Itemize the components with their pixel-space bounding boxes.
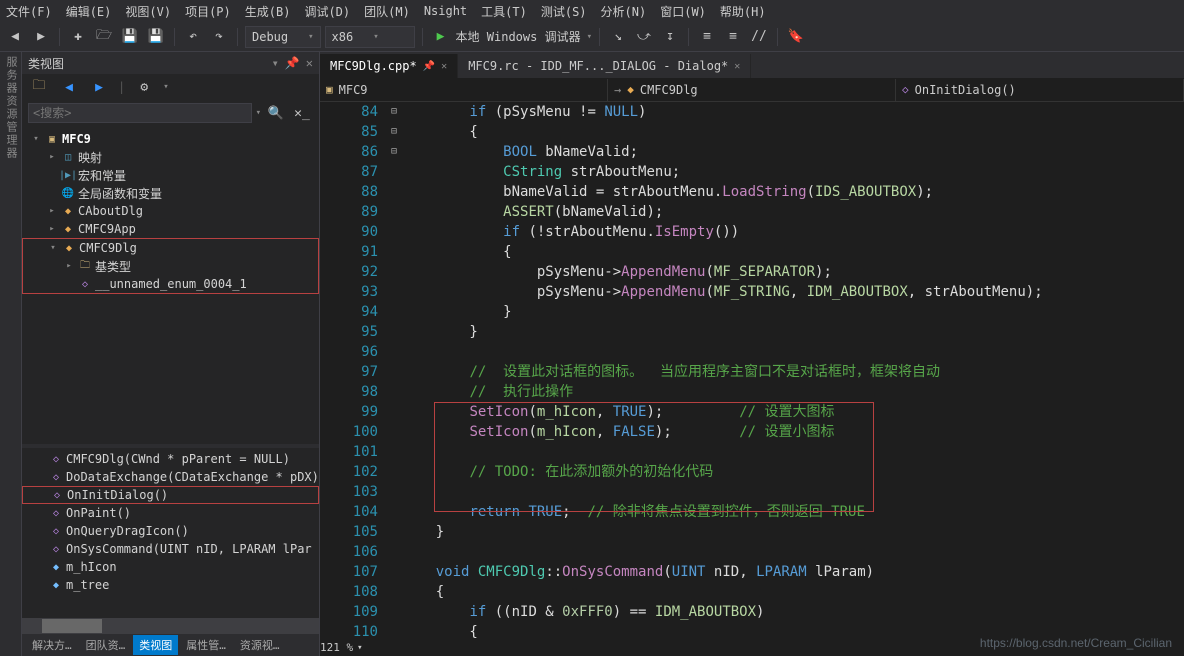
menu-item[interactable]: 生成(B): [245, 3, 291, 20]
crumb-project[interactable]: ▣MFC9: [320, 79, 608, 101]
member-item[interactable]: ◆m_hIcon: [22, 558, 319, 576]
new-icon[interactable]: ✚: [67, 26, 89, 48]
editor-area: MFC9Dlg.cpp*📌✕MFC9.rc - IDD_MF..._DIALOG…: [320, 52, 1184, 656]
bottom-tab[interactable]: 解决方…: [26, 635, 78, 655]
open-icon[interactable]: 🗁: [93, 26, 115, 48]
search-icon[interactable]: 🔍: [265, 102, 287, 124]
back-icon[interactable]: ◀: [58, 76, 80, 98]
menu-item[interactable]: 编辑(E): [66, 3, 112, 20]
play-icon[interactable]: ▶: [430, 26, 452, 48]
redo-icon[interactable]: ↷: [208, 26, 230, 48]
settings-icon[interactable]: ⚙: [133, 76, 155, 98]
bookmark-icon[interactable]: 🔖: [785, 26, 807, 48]
crumb-method[interactable]: ◇OnInitDialog(): [896, 79, 1184, 101]
editor-tab[interactable]: MFC9.rc - IDD_MF..._DIALOG - Dialog*✕: [458, 54, 751, 78]
tree-node[interactable]: |▶|宏和常量: [22, 166, 319, 184]
indent-icon[interactable]: ≡: [696, 26, 718, 48]
build-config-dropdown[interactable]: Debug: [245, 26, 321, 48]
tab-strip: MFC9Dlg.cpp*📌✕MFC9.rc - IDD_MF..._DIALOG…: [320, 52, 1184, 78]
member-item[interactable]: ◇DoDataExchange(CDataExchange * pDX): [22, 468, 319, 486]
menu-item[interactable]: 工具(T): [481, 3, 527, 20]
class-tree: ▾▣MFC9▸◫映射|▶|宏和常量🌐全局函数和变量▸◆CAboutDlg▸◆CM…: [22, 126, 319, 444]
tree-node[interactable]: ▾◆CMFC9Dlg: [23, 239, 318, 257]
member-item[interactable]: ◇OnQueryDragIcon(): [22, 522, 319, 540]
stepover-icon[interactable]: ⤻: [633, 26, 655, 48]
tree-node[interactable]: ▾▣MFC9: [22, 130, 319, 148]
bottom-tab[interactable]: 团队资…: [80, 635, 132, 655]
hscroll[interactable]: [22, 618, 319, 634]
tree-node[interactable]: ▸◆CAboutDlg: [22, 202, 319, 220]
stepout-icon[interactable]: ↘: [607, 26, 629, 48]
undo-icon[interactable]: ↶: [182, 26, 204, 48]
bottom-tab[interactable]: 资源视…: [234, 635, 286, 655]
platform-dropdown[interactable]: x86: [325, 26, 415, 48]
zoom-level[interactable]: 121 % ▾: [320, 641, 363, 654]
member-item[interactable]: ◆m_tree: [22, 576, 319, 594]
bottom-tabs: 解决方…团队资…类视图属性管…资源视…: [22, 634, 319, 656]
class-view-panel: 类视图 ▾ 📌 ✕ 🗀 ◀ ▶ | ⚙ ▾ ▾ 🔍 ✕̲ ▾▣MFC9▸◫映射|…: [22, 52, 320, 656]
member-item[interactable]: ◇OnSysCommand(UINT nID, LPARAM lPar: [22, 540, 319, 558]
crumb-class[interactable]: → ◆CMFC9Dlg: [608, 79, 896, 101]
close-icon[interactable]: ✕: [441, 61, 447, 72]
fwd-icon[interactable]: ▶: [30, 26, 52, 48]
outdent-icon[interactable]: ≡: [722, 26, 744, 48]
bottom-tab[interactable]: 类视图: [133, 635, 178, 655]
bottom-tab[interactable]: 属性管…: [180, 635, 232, 655]
member-item[interactable]: ◇OnPaint(): [22, 504, 319, 522]
search-input[interactable]: [28, 103, 252, 123]
menu-item[interactable]: 团队(M): [364, 3, 410, 20]
tree-node[interactable]: 🌐全局函数和变量: [22, 184, 319, 202]
tree-node[interactable]: ◇__unnamed_enum_0004_1: [23, 275, 318, 293]
menu-item[interactable]: 项目(P): [185, 3, 231, 20]
menu-item[interactable]: 文件(F): [6, 3, 52, 20]
save-icon[interactable]: 💾: [119, 26, 141, 48]
member-item[interactable]: ◇OnInitDialog(): [22, 486, 319, 504]
fwd-icon[interactable]: ▶: [88, 76, 110, 98]
pin-icon[interactable]: 📌: [285, 56, 300, 70]
menu-item[interactable]: 视图(V): [125, 3, 171, 20]
newfolder-icon[interactable]: 🗀: [28, 76, 50, 98]
watermark: https://blog.csdn.net/Cream_Cicilian: [980, 636, 1172, 650]
close-icon[interactable]: ✕: [306, 56, 313, 70]
member-item[interactable]: ◇CMFC9Dlg(CWnd * pParent = NULL): [22, 450, 319, 468]
tree-node[interactable]: ▸◫映射: [22, 148, 319, 166]
menu-item[interactable]: 窗口(W): [660, 3, 706, 20]
comment-icon[interactable]: //: [748, 26, 770, 48]
menu-item[interactable]: 帮助(H): [720, 3, 766, 20]
menu-item[interactable]: 测试(S): [541, 3, 587, 20]
stepin-icon[interactable]: ↧: [659, 26, 681, 48]
menu-item[interactable]: 调试(D): [304, 3, 350, 20]
editor-tab[interactable]: MFC9Dlg.cpp*📌✕: [320, 54, 458, 78]
crumb-bar: ▣MFC9 → ◆CMFC9Dlg ◇OnInitDialog(): [320, 78, 1184, 102]
tree-node[interactable]: ▸◆CMFC9App: [22, 220, 319, 238]
close-icon[interactable]: ✕: [734, 61, 740, 72]
panel-title: 类视图: [28, 55, 64, 72]
run-label[interactable]: 本地 Windows 调试器: [456, 28, 581, 45]
code-editor[interactable]: 8485868788899091929394959697989910010110…: [320, 102, 1184, 656]
member-list: ◇CMFC9Dlg(CWnd * pParent = NULL)◇DoDataE…: [22, 448, 319, 618]
left-rail[interactable]: 服务器资源管理器: [0, 52, 22, 656]
menu-item[interactable]: 分析(N): [601, 3, 647, 20]
back-icon[interactable]: ◀: [4, 26, 26, 48]
panel-menu-icon[interactable]: ▾: [272, 56, 279, 70]
menu-item[interactable]: Nsight: [424, 4, 467, 18]
tree-node[interactable]: ▸🗀基类型: [23, 257, 318, 275]
menu-bar: 文件(F) 编辑(E) 视图(V) 项目(P) 生成(B) 调试(D) 团队(M) Nsigh…: [0, 0, 1184, 22]
toolbar: ◀ ▶ ✚ 🗁 💾 💾 ↶ ↷ Debug x86 ▶ 本地 Windows 调…: [0, 22, 1184, 52]
clear-icon[interactable]: ✕̲: [291, 102, 313, 124]
saveall-icon[interactable]: 💾: [145, 26, 167, 48]
